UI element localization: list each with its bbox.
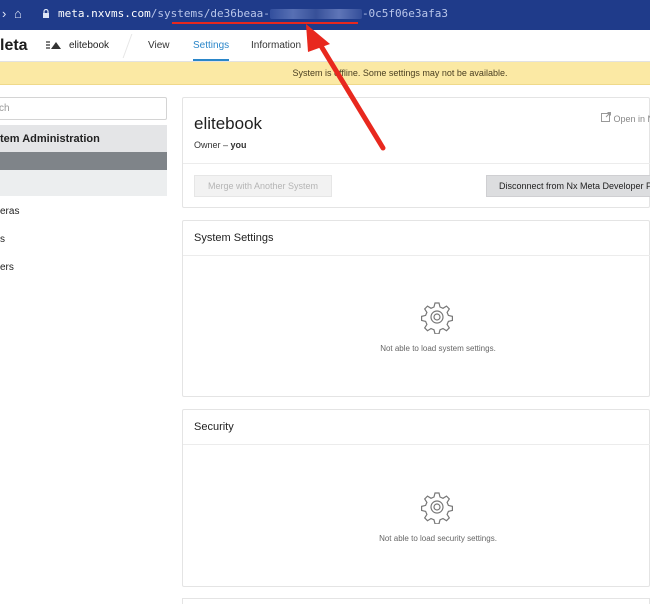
external-link-icon — [601, 112, 614, 124]
sidebar-item-cameras[interactable]: eras — [0, 206, 19, 217]
url-redacted-segment — [269, 9, 362, 19]
sidebar-item-selected[interactable] — [0, 152, 167, 170]
url-host: meta.nxvms.com — [58, 7, 151, 20]
sidebar-item-users[interactable]: s — [0, 234, 5, 245]
search-input[interactable]: ch — [0, 97, 167, 120]
owner-line: Owner – you — [194, 140, 247, 150]
brand-logo[interactable]: leta — [0, 37, 28, 55]
tab-settings[interactable]: Settings — [193, 40, 229, 51]
system-settings-title: System Settings — [183, 221, 650, 256]
tab-view[interactable]: View — [148, 40, 170, 51]
sidebar-section-system-administration[interactable]: tem Administration — [0, 125, 167, 152]
merge-system-button[interactable]: Merge with Another System — [194, 175, 332, 197]
system-name-breadcrumb[interactable]: elitebook — [69, 40, 109, 51]
annotation-underline — [172, 22, 358, 24]
security-card: Security Not able to load security setti… — [182, 409, 650, 587]
url-id-start: de36beaa- — [210, 7, 270, 20]
open-in-client-link[interactable]: Open in N — [601, 112, 650, 124]
system-icon — [46, 39, 62, 53]
system-settings-empty-text: Not able to load system settings. — [380, 344, 496, 353]
back-icon[interactable]: › — [2, 6, 6, 21]
divider — [183, 163, 650, 164]
breadcrumb-separator — [113, 34, 133, 58]
offline-banner: System is offline. Some settings may not… — [0, 62, 650, 85]
system-settings-card: System Settings Not able to load system … — [182, 220, 650, 397]
security-title: Security — [183, 410, 650, 445]
owner-label: Owner – — [194, 140, 229, 150]
sidebar-item-servers[interactable]: ers — [0, 262, 14, 273]
next-card-edge — [182, 598, 650, 604]
url-field[interactable]: meta.nxvms.com/systems/de36beaa- -0c5f06e… — [58, 7, 448, 20]
url-id-end: -0c5f06e3afa3 — [361, 7, 449, 20]
url-path: /systems/ — [150, 7, 211, 20]
system-card: elitebook Owner – you Open in N Merge wi… — [182, 97, 650, 208]
security-empty-text: Not able to load security settings. — [379, 534, 497, 543]
sidebar: ch tem Administration eras s ers — [0, 85, 172, 604]
sidebar-item-sub[interactable] — [0, 170, 167, 196]
disconnect-button[interactable]: Disconnect from Nx Meta Developer P — [486, 175, 650, 197]
gear-icon — [420, 490, 454, 525]
active-tab-indicator — [193, 59, 229, 61]
tab-information[interactable]: Information — [251, 40, 301, 51]
lock-icon — [42, 8, 50, 20]
gear-icon — [420, 300, 454, 335]
app-header: leta elitebook View Settings Information — [0, 30, 650, 62]
owner-value: you — [230, 140, 247, 150]
system-title: elitebook — [194, 114, 263, 133]
open-in-client-label: Open in N — [613, 114, 650, 124]
browser-address-bar: › ⌂ meta.nxvms.com/systems/de36beaa- -0c5… — [0, 0, 650, 30]
home-icon[interactable]: ⌂ — [14, 6, 22, 21]
